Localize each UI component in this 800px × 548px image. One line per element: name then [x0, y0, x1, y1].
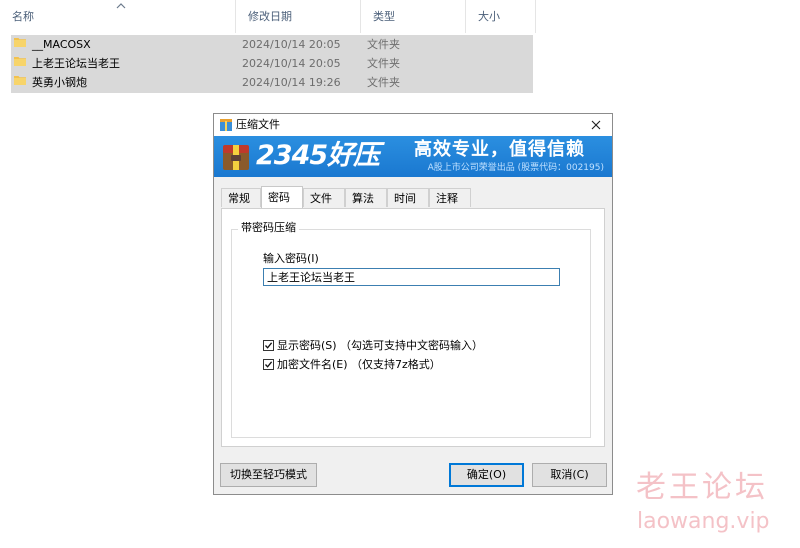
- file-row[interactable]: 英勇小钢炮 2024/10/14 19:26 文件夹: [11, 73, 533, 93]
- file-type: 文件夹: [367, 38, 400, 51]
- tab-algorithm[interactable]: 算法: [345, 188, 387, 207]
- column-header-date[interactable]: 修改日期: [236, 0, 361, 33]
- tab-time[interactable]: 时间: [387, 188, 429, 207]
- banner-subtitle: A股上市公司荣誉出品 (股票代码：002195): [427, 163, 604, 173]
- file-name: 上老王论坛当老王: [32, 57, 120, 70]
- column-header-label: 修改日期: [248, 10, 292, 23]
- ok-button[interactable]: 确定(O): [449, 463, 524, 487]
- group-label: 带密码压缩: [238, 221, 299, 235]
- column-header-label: 大小: [478, 10, 500, 23]
- folder-icon: [14, 73, 26, 85]
- password-input[interactable]: [263, 268, 560, 286]
- file-date: 2024/10/14 20:05: [242, 57, 341, 70]
- file-type: 文件夹: [367, 76, 400, 89]
- password-tab-panel: 带密码压缩 输入密码(I) 显示密码(S) （勾选可支持中文密码输入） 加密文件…: [221, 208, 605, 447]
- column-header-type[interactable]: 类型: [361, 0, 466, 33]
- column-header-label: 名称: [12, 10, 34, 23]
- folder-icon: [14, 35, 26, 47]
- encrypt-names-option[interactable]: 加密文件名(E) （仅支持7z格式）: [263, 358, 441, 372]
- file-date: 2024/10/14 19:26: [242, 76, 341, 89]
- encrypt-names-checkbox[interactable]: [263, 359, 274, 370]
- watermark-text: 老王论坛: [636, 470, 768, 505]
- show-password-checkbox[interactable]: [263, 340, 274, 351]
- file-list-header: 名称 修改日期 类型 大小: [0, 0, 800, 33]
- file-name: 英勇小钢炮: [32, 76, 87, 89]
- column-header-label: 类型: [373, 10, 395, 23]
- close-icon[interactable]: [584, 114, 608, 136]
- brand-banner: 2345好压 高效专业，值得信赖 A股上市公司荣誉出品 (股票代码：002195…: [214, 136, 612, 177]
- tab-comment[interactable]: 注释: [429, 188, 471, 207]
- tab-password[interactable]: 密码: [261, 186, 303, 208]
- show-password-option[interactable]: 显示密码(S) （勾选可支持中文密码输入）: [263, 339, 483, 353]
- cancel-button[interactable]: 取消(C): [532, 463, 607, 487]
- tab-general[interactable]: 常规: [221, 188, 261, 207]
- dialog-titlebar[interactable]: 压缩文件: [214, 114, 612, 136]
- folder-icon: [14, 54, 26, 66]
- archive-box-logo-icon: [220, 141, 252, 176]
- tab-files[interactable]: 文件: [303, 188, 345, 207]
- file-row[interactable]: __MACOSX 2024/10/14 20:05 文件夹: [11, 35, 533, 55]
- dialog-title: 压缩文件: [236, 118, 280, 131]
- watermark-url: laowang.vip: [637, 509, 770, 534]
- column-header-size[interactable]: 大小: [466, 0, 536, 33]
- file-type: 文件夹: [367, 57, 400, 70]
- archive-app-icon: [219, 118, 233, 132]
- chevron-up-icon: [116, 1, 126, 15]
- password-label: 输入密码(I): [263, 252, 319, 265]
- file-name: __MACOSX: [32, 38, 91, 51]
- file-date: 2024/10/14 20:05: [242, 38, 341, 51]
- banner-logo-text: 2345好压: [256, 140, 380, 171]
- encrypt-names-label: 加密文件名(E) （仅支持7z格式）: [277, 358, 441, 371]
- show-password-label: 显示密码(S) （勾选可支持中文密码输入）: [277, 339, 484, 352]
- file-row[interactable]: 上老王论坛当老王 2024/10/14 20:05 文件夹: [11, 54, 533, 74]
- banner-slogan: 高效专业，值得信赖: [414, 139, 585, 160]
- light-mode-button[interactable]: 切换至轻巧模式: [220, 463, 317, 487]
- compress-dialog: 压缩文件 2345好压 高效专业，值得信赖 A股上市公司荣誉出品 (股票代码：0…: [213, 113, 613, 495]
